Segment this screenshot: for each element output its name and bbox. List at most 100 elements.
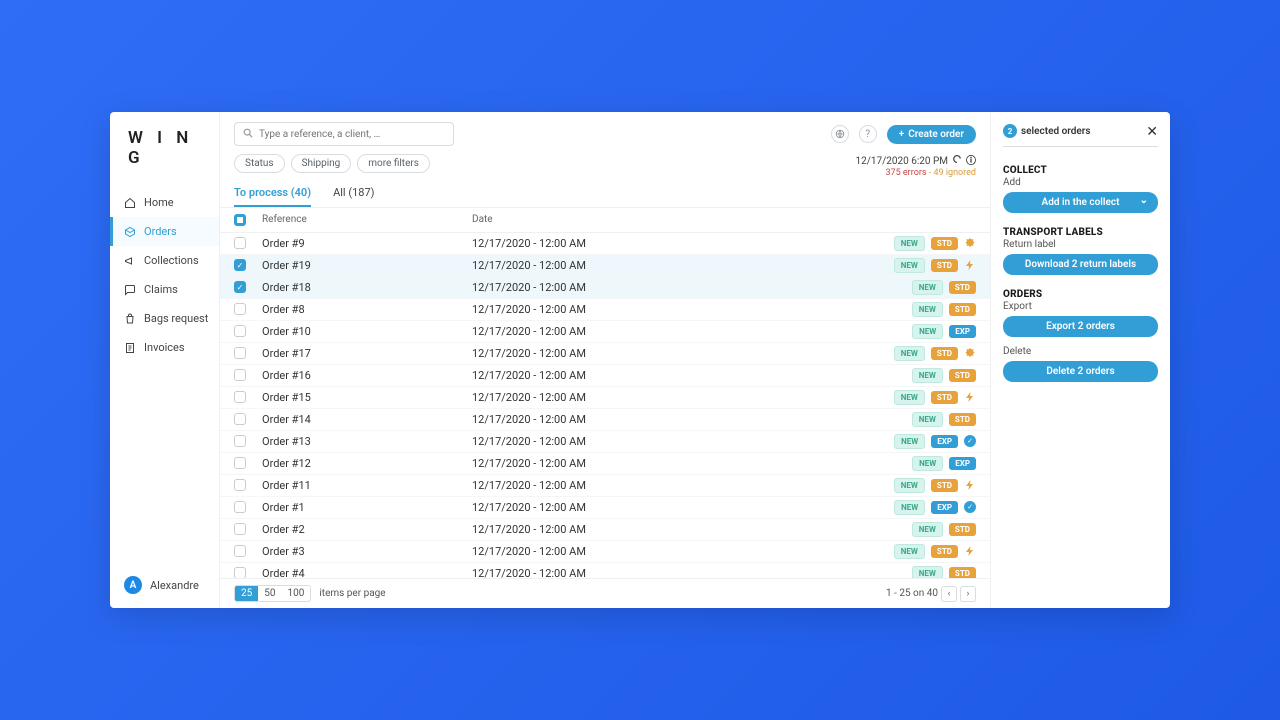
- row-checkbox[interactable]: [234, 259, 246, 271]
- row-checkbox[interactable]: [234, 435, 246, 447]
- row-checkbox[interactable]: [234, 281, 246, 293]
- close-icon[interactable]: ✕: [1146, 124, 1158, 140]
- table-row[interactable]: Order #412/17/2020 - 12:00 AMNEWSTD: [220, 563, 990, 578]
- table-row[interactable]: Order #1012/17/2020 - 12:00 AMNEWEXP: [220, 321, 990, 343]
- download-labels-button[interactable]: Download 2 return labels: [1003, 254, 1158, 275]
- cell-reference: Order #3: [262, 545, 472, 558]
- cell-date: 12/17/2020 - 12:00 AM: [472, 325, 836, 338]
- sidebar: W I N G HomeOrdersCollectionsClaimsBags …: [110, 112, 220, 608]
- collect-title: COLLECT: [1003, 165, 1158, 176]
- row-checkbox[interactable]: [234, 545, 246, 557]
- prev-page-button[interactable]: ‹: [941, 586, 957, 602]
- col-reference[interactable]: Reference: [262, 214, 472, 225]
- search-field[interactable]: [234, 122, 454, 146]
- filter-shipping[interactable]: Shipping: [291, 154, 352, 173]
- table-row[interactable]: Order #1512/17/2020 - 12:00 AMNEWSTD: [220, 387, 990, 409]
- cell-reference: Order #8: [262, 303, 472, 316]
- add-in-collect-button[interactable]: Add in the collect: [1003, 192, 1158, 213]
- bolt-icon: [964, 479, 976, 491]
- bolt-icon: [964, 391, 976, 403]
- status-badge: NEW: [912, 412, 943, 427]
- table-row[interactable]: Order #212/17/2020 - 12:00 AMNEWSTD: [220, 519, 990, 541]
- collect-sub: Add: [1003, 177, 1158, 188]
- ship-badge: EXP: [949, 457, 976, 470]
- row-checkbox[interactable]: [234, 413, 246, 425]
- paging-text: 1 - 25 on 40: [886, 588, 938, 599]
- table-row[interactable]: Order #1912/17/2020 - 12:00 AMNEWSTD: [220, 255, 990, 277]
- cell-reference: Order #14: [262, 413, 472, 426]
- table-row[interactable]: Order #1112/17/2020 - 12:00 AMNEWSTD: [220, 475, 990, 497]
- per-page-100[interactable]: 100: [282, 586, 311, 601]
- sidebar-item-orders[interactable]: Orders: [110, 217, 219, 246]
- search-input[interactable]: [259, 129, 445, 140]
- row-checkbox[interactable]: [234, 369, 246, 381]
- create-order-button[interactable]: + Create order: [887, 125, 976, 144]
- check-icon: [964, 435, 976, 447]
- row-checkbox[interactable]: [234, 237, 246, 249]
- tab-to[interactable]: To process (40): [234, 186, 311, 207]
- row-checkbox[interactable]: [234, 391, 246, 403]
- search-icon: [243, 128, 253, 141]
- app-window: W I N G HomeOrdersCollectionsClaimsBags …: [110, 112, 1170, 608]
- table-row[interactable]: Order #112/17/2020 - 12:00 AMNEWEXP: [220, 497, 990, 519]
- row-checkbox[interactable]: [234, 567, 246, 578]
- row-checkbox[interactable]: [234, 479, 246, 491]
- sidebar-item-bags-request[interactable]: Bags request: [110, 304, 219, 333]
- ignored-count[interactable]: - 49 ignored: [927, 168, 976, 178]
- filter-more-filters[interactable]: more filters: [357, 154, 430, 173]
- info-icon[interactable]: ⓘ: [966, 155, 976, 168]
- table-row[interactable]: Order #1212/17/2020 - 12:00 AMNEWEXP: [220, 453, 990, 475]
- row-checkbox[interactable]: [234, 523, 246, 535]
- row-checkbox[interactable]: [234, 457, 246, 469]
- cell-date: 12/17/2020 - 12:00 AM: [472, 567, 836, 578]
- ship-badge: STD: [949, 281, 976, 294]
- side-panel: ✕ 2 selected orders COLLECT Add Add in t…: [990, 112, 1170, 608]
- delete-orders-button[interactable]: Delete 2 orders: [1003, 361, 1158, 382]
- ship-badge: EXP: [931, 501, 958, 514]
- cell-reference: Order #12: [262, 457, 472, 470]
- table-row[interactable]: Order #1712/17/2020 - 12:00 AMNEWSTD: [220, 343, 990, 365]
- filter-bar: StatusShippingmore filters 12/17/2020 6:…: [220, 146, 990, 180]
- status-badge: NEW: [894, 236, 925, 251]
- ship-badge: STD: [949, 567, 976, 578]
- status-badge: NEW: [912, 280, 943, 295]
- sidebar-item-invoices[interactable]: Invoices: [110, 333, 219, 362]
- sidebar-item-collections[interactable]: Collections: [110, 246, 219, 275]
- cell-reference: Order #2: [262, 523, 472, 536]
- globe-icon[interactable]: [831, 125, 849, 143]
- table-row[interactable]: Order #1412/17/2020 - 12:00 AMNEWSTD: [220, 409, 990, 431]
- filter-status[interactable]: Status: [234, 154, 285, 173]
- row-checkbox[interactable]: [234, 325, 246, 337]
- col-date[interactable]: Date: [472, 214, 836, 225]
- per-page-25[interactable]: 25: [235, 586, 258, 601]
- sidebar-item-claims[interactable]: Claims: [110, 275, 219, 304]
- refresh-icon[interactable]: [952, 154, 962, 168]
- export-orders-button[interactable]: Export 2 orders: [1003, 316, 1158, 337]
- table-row[interactable]: Order #1312/17/2020 - 12:00 AMNEWEXP: [220, 431, 990, 453]
- table-row[interactable]: Order #812/17/2020 - 12:00 AMNEWSTD: [220, 299, 990, 321]
- table-row[interactable]: Order #1612/17/2020 - 12:00 AMNEWSTD: [220, 365, 990, 387]
- user-badge[interactable]: A Alexandre: [110, 576, 219, 608]
- status-badge: NEW: [912, 522, 943, 537]
- cell-reference: Order #19: [262, 259, 472, 272]
- errors-count[interactable]: 375 errors: [886, 168, 927, 178]
- table-row[interactable]: Order #1812/17/2020 - 12:00 AMNEWSTD: [220, 277, 990, 299]
- row-checkbox[interactable]: [234, 347, 246, 359]
- status-badge: NEW: [894, 500, 925, 515]
- help-icon[interactable]: ?: [859, 125, 877, 143]
- next-page-button[interactable]: ›: [960, 586, 976, 602]
- bag-icon: [124, 313, 136, 325]
- table-row[interactable]: Order #312/17/2020 - 12:00 AMNEWSTD: [220, 541, 990, 563]
- invoice-icon: [124, 342, 136, 354]
- footer: 2550100 items per page 1 - 25 on 40 ‹ ›: [220, 578, 990, 608]
- cell-reference: Order #9: [262, 237, 472, 250]
- row-checkbox[interactable]: [234, 303, 246, 315]
- megaphone-icon: [124, 255, 136, 267]
- nav-list: HomeOrdersCollectionsClaimsBags requestI…: [110, 182, 219, 576]
- sidebar-item-home[interactable]: Home: [110, 188, 219, 217]
- tab-all[interactable]: All (187): [333, 186, 374, 207]
- select-all-checkbox[interactable]: [234, 214, 246, 226]
- table-row[interactable]: Order #912/17/2020 - 12:00 AMNEWSTD: [220, 233, 990, 255]
- row-checkbox[interactable]: [234, 501, 246, 513]
- per-page-50[interactable]: 50: [258, 586, 281, 601]
